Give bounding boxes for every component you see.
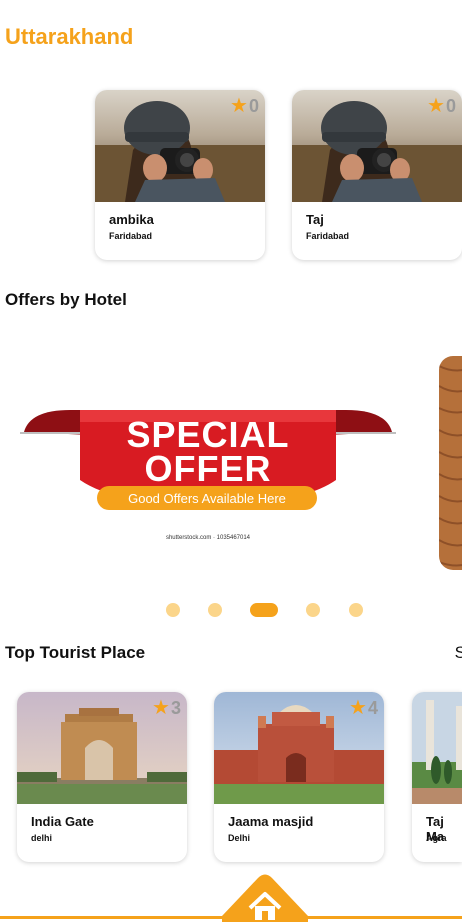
place-photo — [412, 692, 462, 804]
star-icon: ★ — [230, 95, 248, 117]
tourist-title: Top Tourist Place — [5, 643, 146, 662]
offer-banner-next[interactable] — [439, 356, 462, 570]
hotel-city: Faridabad — [306, 231, 350, 241]
place-name: India Gate — [31, 814, 94, 829]
hotel-card-taj[interactable]: ★ 0 Taj Faridabad — [292, 90, 462, 260]
offers-title: Offers by Hotel — [5, 290, 127, 309]
rating-badge: ★ 4 — [349, 698, 378, 718]
hotel-card-ambika[interactable]: ★ 0 ambika Faridabad — [95, 90, 265, 260]
place-city: Agra — [426, 833, 447, 843]
banner-line2: OFFER — [144, 448, 272, 489]
rating-value: 4 — [367, 698, 378, 718]
carousel-indicator — [0, 603, 462, 617]
rating-badge: ★ 0 — [427, 96, 456, 116]
rating-badge: ★ 0 — [230, 96, 259, 116]
see-all-link[interactable]: S — [455, 643, 462, 663]
rating-value: 3 — [170, 698, 181, 718]
star-icon: ★ — [349, 697, 367, 719]
carousel-dot-active[interactable] — [250, 603, 278, 617]
hotel-city: Faridabad — [109, 231, 153, 241]
page-title: Uttarakhand — [5, 24, 134, 49]
star-icon: ★ — [427, 95, 445, 117]
place-card-taj-mahal[interactable]: Taj Ma Agra — [412, 692, 462, 862]
rating-badge: ★ 3 — [152, 698, 181, 718]
carousel-dot[interactable] — [349, 603, 363, 617]
place-card-jaama-masjid[interactable]: ★ 4 Jaama masjid Delhi — [214, 692, 384, 862]
place-city: Delhi — [228, 833, 251, 843]
place-name: Jaama masjid — [228, 814, 314, 829]
rating-value: 0 — [248, 96, 259, 116]
star-icon: ★ — [152, 697, 170, 719]
rating-value: 0 — [445, 96, 456, 116]
carousel-dot[interactable] — [306, 603, 320, 617]
place-city: delhi — [31, 833, 53, 843]
carousel-dot[interactable] — [208, 603, 222, 617]
place-card-india-gate[interactable]: ★ 3 India Gate delhi — [17, 692, 187, 862]
carousel-dot[interactable] — [166, 603, 180, 617]
hotel-name: ambika — [109, 212, 154, 227]
banner-tag: Good Offers Available Here — [128, 491, 286, 506]
hotel-name: Taj — [306, 212, 324, 227]
banner-credit: shutterstock.com · 1035467014 — [165, 535, 251, 541]
offer-banner[interactable]: SPECIAL OFFER Good Offers Available Here… — [0, 330, 416, 580]
home-button[interactable] — [222, 868, 308, 922]
